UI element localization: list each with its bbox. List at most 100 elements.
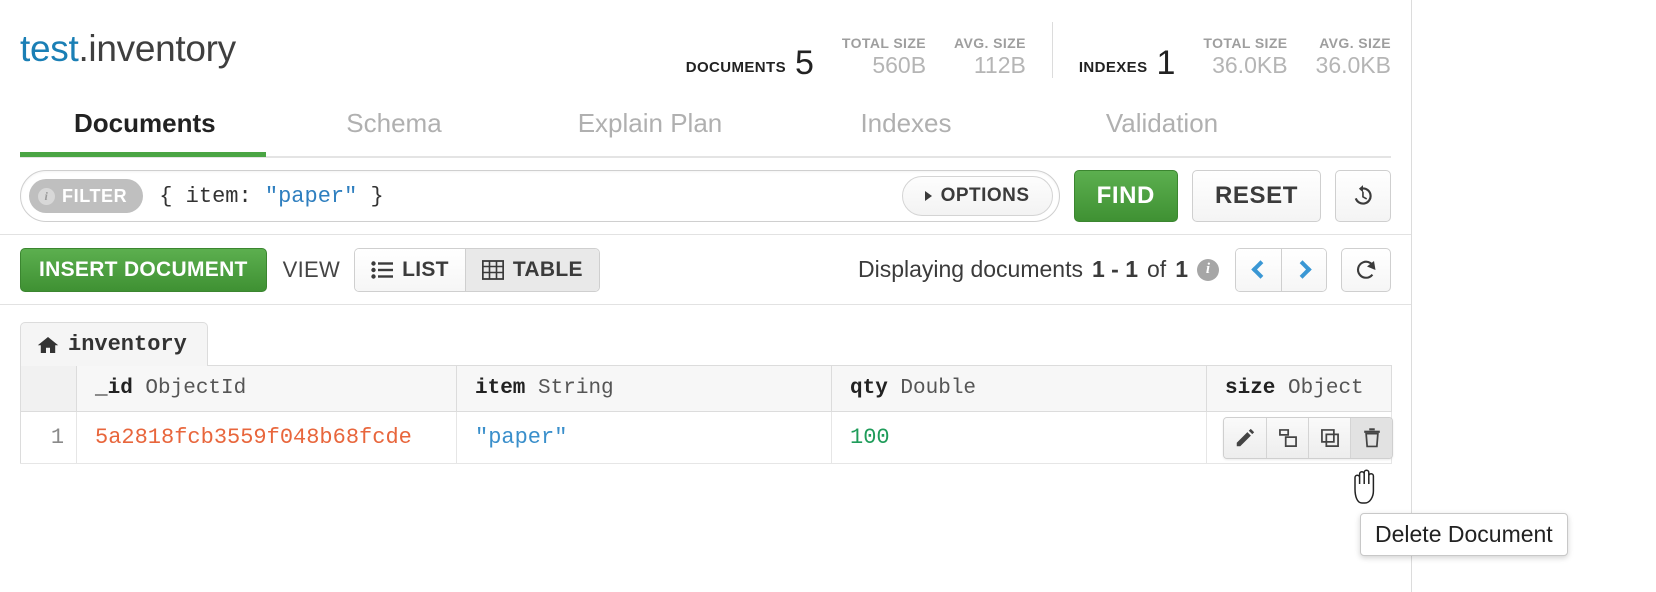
cell-qty[interactable]: 100 bbox=[832, 412, 1207, 464]
filter-box[interactable]: i FILTER { item: "paper" } OPTIONS bbox=[20, 170, 1060, 222]
history-icon bbox=[1350, 183, 1376, 209]
compass-collection-window: test.inventory DOCUMENTS 5 TOTAL SIZE 56… bbox=[0, 0, 1656, 592]
view-list-label: LIST bbox=[402, 258, 449, 282]
home-icon bbox=[37, 335, 59, 355]
indexes-avg-size: AVG. SIZE 36.0KB bbox=[1316, 35, 1391, 78]
row-action-buttons bbox=[1223, 417, 1393, 459]
table-icon bbox=[482, 260, 504, 280]
collection-header: test.inventory DOCUMENTS 5 TOTAL SIZE 56… bbox=[0, 0, 1411, 96]
cell-item[interactable]: "paper" bbox=[457, 412, 832, 464]
documents-avg-size-label: AVG. SIZE bbox=[954, 35, 1026, 52]
documents-total-size: TOTAL SIZE 560B bbox=[842, 35, 926, 78]
column-type-qty: Double bbox=[900, 377, 976, 400]
column-header-id[interactable]: _id ObjectId bbox=[77, 366, 457, 412]
documents-table: _id ObjectId item String qty Double si bbox=[20, 365, 1392, 464]
column-header-size[interactable]: size Object bbox=[1207, 366, 1392, 412]
documents-avg-size-value: 112B bbox=[954, 52, 1026, 78]
pagination-controls bbox=[1235, 248, 1327, 292]
collection-name: inventory bbox=[88, 28, 235, 69]
cell-id[interactable]: 5a2818fcb3559f048b68fcde bbox=[77, 412, 457, 464]
breadcrumb-label: inventory bbox=[68, 332, 187, 357]
list-icon bbox=[371, 261, 393, 279]
displaying-documents-status: Displaying documents 1 - 1 of 1 i bbox=[858, 256, 1219, 283]
view-table-button[interactable]: TABLE bbox=[465, 249, 599, 291]
stats-divider bbox=[1052, 22, 1053, 78]
table-body: 1 5a2818fcb3559f048b68fcde "paper" 100 bbox=[21, 412, 1392, 464]
indexes-avg-size-value: 36.0KB bbox=[1316, 52, 1391, 78]
tab-explain-plan[interactable]: Explain Plan bbox=[522, 96, 778, 155]
query-bar: i FILTER { item: "paper" } OPTIONS FIND … bbox=[0, 158, 1411, 235]
info-icon[interactable]: i bbox=[1197, 259, 1219, 281]
chevron-right-icon bbox=[1293, 260, 1311, 278]
filter-badge-label: FILTER bbox=[62, 186, 127, 207]
next-page-button[interactable] bbox=[1281, 249, 1326, 291]
documents-label: DOCUMENTS bbox=[686, 59, 786, 76]
documents-table-area: inventory _id ObjectId item String bbox=[0, 305, 1411, 464]
filter-input[interactable]: { item: "paper" } bbox=[143, 184, 901, 209]
displaying-of: of bbox=[1147, 256, 1166, 283]
indexes-total-size-label: TOTAL SIZE bbox=[1203, 35, 1287, 52]
tab-documents[interactable]: Documents bbox=[20, 96, 266, 155]
table-row[interactable]: 1 5a2818fcb3559f048b68fcde "paper" 100 bbox=[21, 412, 1392, 464]
pencil-icon bbox=[1234, 427, 1256, 449]
find-button[interactable]: FIND bbox=[1074, 170, 1178, 222]
documents-avg-size: AVG. SIZE 112B bbox=[954, 35, 1026, 78]
tab-validation[interactable]: Validation bbox=[1034, 96, 1290, 155]
collection-tabs: Documents Schema Explain Plan Indexes Va… bbox=[20, 96, 1391, 158]
column-name-id: _id bbox=[95, 377, 133, 400]
table-header-row: _id ObjectId item String qty Double si bbox=[21, 366, 1392, 412]
displaying-prefix: Displaying documents bbox=[858, 256, 1083, 283]
clone-document-button[interactable] bbox=[1266, 418, 1308, 458]
caret-right-icon bbox=[925, 191, 932, 201]
filter-badge[interactable]: i FILTER bbox=[29, 179, 143, 213]
column-type-id: ObjectId bbox=[145, 377, 246, 400]
insert-document-button[interactable]: INSERT DOCUMENT bbox=[20, 248, 267, 292]
tooltip: Delete Document bbox=[1360, 513, 1568, 556]
delete-document-button[interactable] bbox=[1350, 418, 1392, 458]
indexes-total-size: TOTAL SIZE 36.0KB bbox=[1203, 35, 1287, 78]
indexes-stats: INDEXES 1 TOTAL SIZE 36.0KB AVG. SIZE 36… bbox=[1079, 22, 1391, 78]
edit-document-button[interactable] bbox=[1224, 418, 1266, 458]
tab-indexes[interactable]: Indexes bbox=[778, 96, 1034, 155]
chevron-left-icon bbox=[1251, 260, 1269, 278]
view-list-button[interactable]: LIST bbox=[355, 249, 465, 291]
namespace-separator: . bbox=[78, 28, 88, 69]
trash-icon bbox=[1361, 427, 1383, 449]
cell-item-value: "paper" bbox=[475, 425, 567, 450]
options-label: OPTIONS bbox=[941, 185, 1030, 207]
copy-icon bbox=[1319, 427, 1341, 449]
column-name-item: item bbox=[475, 377, 525, 400]
column-type-item: String bbox=[538, 377, 614, 400]
clone-icon bbox=[1277, 427, 1299, 449]
collection-stats: DOCUMENTS 5 TOTAL SIZE 560B AVG. SIZE 11… bbox=[686, 22, 1391, 78]
query-history-button[interactable] bbox=[1335, 170, 1391, 222]
refresh-documents-button[interactable] bbox=[1341, 248, 1391, 292]
filter-suffix: } bbox=[357, 184, 383, 209]
column-header-qty[interactable]: qty Double bbox=[832, 366, 1207, 412]
column-header-item[interactable]: item String bbox=[457, 366, 832, 412]
cell-id-value: 5a2818fcb3559f048b68fcde bbox=[95, 425, 412, 450]
page-title: test.inventory bbox=[20, 28, 236, 70]
filter-prefix: { item: bbox=[159, 184, 265, 209]
displaying-total: 1 bbox=[1175, 256, 1188, 283]
cell-qty-value: 100 bbox=[850, 425, 890, 450]
refresh-icon bbox=[1354, 258, 1378, 282]
copy-document-button[interactable] bbox=[1308, 418, 1350, 458]
indexes-count: INDEXES 1 bbox=[1079, 44, 1176, 78]
reset-button[interactable]: RESET bbox=[1192, 170, 1321, 222]
view-table-label: TABLE bbox=[513, 258, 583, 282]
documents-toolbar: INSERT DOCUMENT VIEW LIST bbox=[0, 235, 1411, 305]
documents-total-size-value: 560B bbox=[842, 52, 926, 78]
tab-schema[interactable]: Schema bbox=[266, 96, 522, 155]
breadcrumb[interactable]: inventory bbox=[20, 322, 208, 366]
database-name: test bbox=[20, 28, 78, 69]
column-type-size: Object bbox=[1288, 377, 1364, 400]
previous-page-button[interactable] bbox=[1236, 249, 1281, 291]
displaying-range: 1 - 1 bbox=[1092, 256, 1138, 283]
documents-count: DOCUMENTS 5 bbox=[686, 44, 814, 78]
row-number: 1 bbox=[21, 412, 77, 464]
cell-size[interactable] bbox=[1207, 412, 1392, 464]
options-toggle-button[interactable]: OPTIONS bbox=[902, 176, 1053, 216]
view-label: VIEW bbox=[283, 257, 340, 283]
indexes-avg-size-label: AVG. SIZE bbox=[1316, 35, 1391, 52]
